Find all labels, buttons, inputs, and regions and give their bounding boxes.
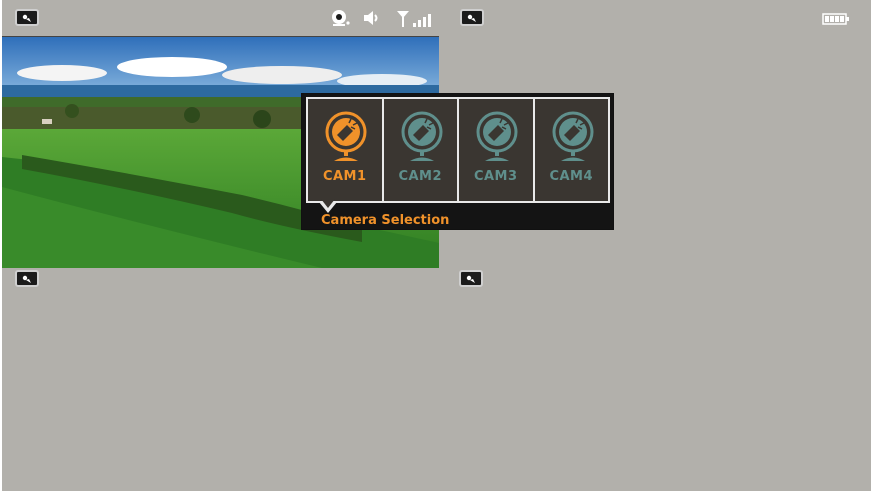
cam4-label: CAM4 bbox=[549, 169, 594, 184]
camera-selection-popup: CAM1 CAM2 CAM3 CAM4 Camera Selection bbox=[301, 93, 614, 230]
volume-icon[interactable] bbox=[363, 10, 383, 26]
camera-badge-icon[interactable] bbox=[460, 9, 484, 26]
cam3-label: CAM3 bbox=[473, 169, 518, 184]
webcam-icon bbox=[325, 111, 367, 161]
battery-icon bbox=[822, 13, 849, 25]
camera-badge-icon[interactable] bbox=[459, 270, 483, 287]
cam2-label: CAM2 bbox=[398, 169, 443, 184]
camera-badge-icon[interactable] bbox=[15, 9, 39, 26]
popup-pointer bbox=[319, 199, 337, 213]
cam4-option[interactable]: CAM4 bbox=[534, 99, 608, 201]
cam1-label: CAM1 bbox=[322, 169, 367, 184]
popup-title: Camera Selection bbox=[321, 213, 450, 228]
cam2-option[interactable]: CAM2 bbox=[383, 99, 459, 201]
camera-grid: CAM1 CAM2 CAM3 CAM4 bbox=[306, 97, 610, 203]
webcam-icon bbox=[552, 111, 593, 161]
cam1-option[interactable]: CAM1 bbox=[308, 99, 384, 201]
webcam-icon bbox=[476, 111, 518, 161]
camera-badge-icon[interactable] bbox=[15, 270, 39, 287]
cam3-option[interactable]: CAM3 bbox=[459, 99, 535, 201]
record-icon[interactable] bbox=[331, 8, 351, 28]
signal-icon bbox=[397, 11, 431, 27]
webcam-icon bbox=[401, 111, 442, 161]
status-bar bbox=[0, 0, 873, 34]
